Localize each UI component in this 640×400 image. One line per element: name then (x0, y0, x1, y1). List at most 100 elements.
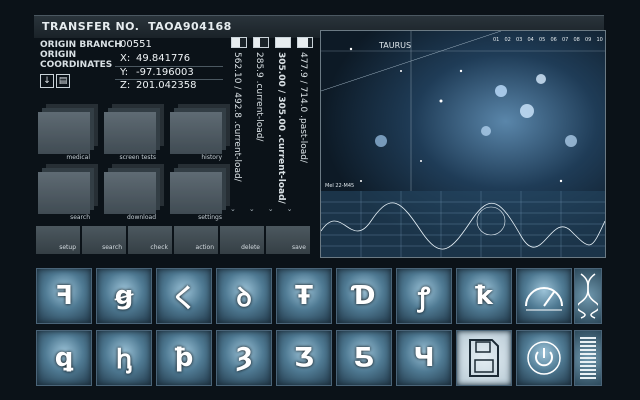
tile-stack (104, 112, 156, 154)
tab-label: action (195, 244, 214, 251)
glyph-key[interactable]: ꝺ (216, 268, 272, 324)
tile-download[interactable]: download (104, 172, 156, 221)
battery-icon (297, 37, 313, 48)
glyph-label: Ƽ (353, 343, 375, 373)
x-label: X: (120, 53, 131, 64)
glyph-label: Ʒ (293, 343, 315, 373)
dna-key[interactable] (574, 268, 602, 324)
gauge-key[interactable] (516, 268, 572, 324)
grid-number: 05 (539, 37, 546, 43)
glyph-label: ꞡ (114, 281, 134, 311)
tile-search[interactable]: search (38, 172, 90, 221)
load-readout: 305.00 / 305.00 .current-load/ (276, 52, 286, 204)
glyph-key[interactable]: ꝁ (456, 268, 512, 324)
tile-label: settings (198, 214, 222, 221)
power-key[interactable] (516, 330, 572, 386)
origin-branch-value: 00551 (120, 39, 152, 50)
tab-delete[interactable]: delete (220, 226, 264, 254)
tile-stack (38, 112, 90, 154)
z-label: Z: (120, 80, 131, 91)
floppy-disk-icon (469, 339, 499, 377)
chevron-row: ⌄⌄⌄⌄ (230, 205, 306, 213)
tile-history[interactable]: history (170, 112, 222, 161)
glyph-key[interactable]: Ŧ (276, 268, 332, 324)
glyph-label: ꝭ (417, 283, 431, 313)
tile-screen-tests[interactable]: screen tests (104, 112, 156, 161)
glyph-label: ꝺ (236, 283, 252, 313)
glyph-label: Ч (413, 343, 435, 373)
glyph-key[interactable]: く (156, 268, 212, 324)
glyph-label: Ɗ (352, 281, 376, 311)
tile-stack (38, 172, 90, 214)
tile-label: screen tests (119, 154, 156, 161)
waveform-graph (321, 191, 605, 257)
tile-label: download (126, 214, 156, 221)
tab-search[interactable]: search (82, 226, 126, 254)
star-map-panel[interactable]: TAURUS 01 02 03 04 05 06 07 08 09 10 Mel… (320, 30, 606, 258)
tile-stack (170, 172, 222, 214)
glyph-label: ꞕ (115, 345, 133, 375)
origin-branch-label: ORIGIN BRANCH (40, 40, 122, 50)
tile-label: history (201, 154, 222, 161)
grid-number: 08 (573, 37, 580, 43)
tile-stack (104, 172, 156, 214)
tile-label: medical (66, 154, 90, 161)
tab-setup[interactable]: setup (36, 226, 80, 254)
glyph-label: Ȝ (235, 343, 253, 373)
divider (115, 66, 223, 67)
battery-icon (253, 37, 269, 48)
glyph-label: ꝗ (54, 343, 74, 373)
tab-check[interactable]: check (128, 226, 172, 254)
gauge-icon (525, 287, 563, 311)
level-bars-key[interactable] (574, 330, 602, 386)
glyph-label: ꝥ (174, 343, 194, 373)
download-small-icon[interactable]: ↓ (40, 74, 54, 88)
glyph-key[interactable]: ꝭ (396, 268, 452, 324)
tab-label: delete (241, 244, 260, 251)
glyph-key[interactable]: Ȝ (216, 330, 272, 386)
grid-number: 09 (585, 37, 592, 43)
x-value: 49.841776 (136, 53, 191, 64)
glyph-key[interactable]: ꞕ (96, 330, 152, 386)
glyph-key[interactable]: ꝗ (36, 330, 92, 386)
tile-medical[interactable]: medical (38, 112, 90, 161)
grid-number: 01 (493, 37, 500, 43)
load-readout: 477.9 / 714.0 .past-load/ (298, 52, 308, 163)
z-value: 201.042358 (136, 80, 197, 91)
glyph-label: ꟻ (55, 281, 73, 311)
tile-stack (170, 112, 222, 154)
tab-save[interactable]: save (266, 226, 310, 254)
tab-action[interactable]: action (174, 226, 218, 254)
y-value: -97.196003 (136, 67, 194, 78)
save-small-icon[interactable]: ▤ (56, 74, 70, 88)
constellation-label: TAURUS (379, 41, 412, 50)
grid-number: 04 (527, 37, 534, 43)
glyph-label: く (170, 283, 197, 314)
tile-settings[interactable]: settings (170, 172, 222, 221)
glyph-label: Ŧ (295, 281, 313, 311)
grid-number: 03 (516, 37, 523, 43)
power-icon (527, 341, 561, 375)
graph-caption: Mel 22-M45 (325, 183, 355, 189)
glyph-key[interactable]: Ч (396, 330, 452, 386)
glyph-key[interactable]: Ɗ (336, 268, 392, 324)
grid-number: 06 (550, 37, 557, 43)
transfer-label: TRANSFER NO. TAOA904168 (42, 20, 232, 33)
glyph-key[interactable]: ꞡ (96, 268, 152, 324)
divider (115, 79, 223, 80)
glyph-key[interactable]: ꝥ (156, 330, 212, 386)
tab-label: check (150, 244, 168, 251)
tab-label: search (102, 244, 122, 251)
battery-icon (231, 37, 247, 48)
grid-number: 02 (504, 37, 511, 43)
grid-number: 10 (596, 37, 603, 43)
tab-label: save (291, 244, 306, 251)
glyph-key[interactable]: Ʒ (276, 330, 332, 386)
grid-number: 07 (562, 37, 569, 43)
floppy-key[interactable] (456, 330, 512, 386)
load-readout: 562.10 / 492.8 .current-load/ (232, 52, 242, 182)
tab-label: setup (59, 244, 76, 251)
glyph-key[interactable]: Ƽ (336, 330, 392, 386)
glyph-key[interactable]: ꟻ (36, 268, 92, 324)
y-label: Y: (120, 67, 129, 78)
